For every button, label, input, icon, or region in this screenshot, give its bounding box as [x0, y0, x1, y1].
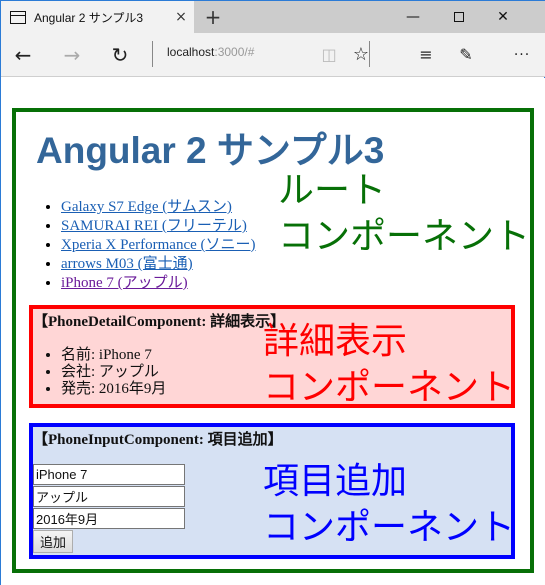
list-item: iPhone 7 (アップル) — [61, 274, 256, 293]
address-host: localhost — [167, 45, 215, 59]
detail-component-label: 詳細表示 コンポーネント — [263, 319, 515, 411]
list-item: Xperia X Performance (ソニー) — [61, 236, 256, 255]
root-component: Angular 2 サンプル3 Galaxy S7 Edge (サムスン) SA… — [12, 108, 534, 573]
phone-link[interactable]: Xperia X Performance (ソニー) — [61, 237, 256, 253]
page-title: Angular 2 サンプル3 — [36, 130, 385, 171]
reading-view-icon[interactable]: ◫ — [313, 39, 345, 71]
minimize-icon[interactable]: — — [390, 1, 436, 34]
close-window-icon[interactable]: ✕ — [480, 1, 526, 34]
phone-link[interactable]: arrows M03 (富士通) — [61, 256, 193, 272]
input-label-line1: 項目追加 — [263, 461, 408, 502]
new-tab-icon[interactable]: + — [201, 5, 225, 29]
favorite-star-icon[interactable]: ☆ — [345, 39, 377, 71]
release-input[interactable] — [33, 508, 185, 529]
tab-active[interactable]: Angular 2 サンプル3 × — [1, 1, 194, 34]
detail-item-company: 会社: アップル — [61, 364, 166, 381]
hub-icon[interactable]: ≡ — [410, 39, 442, 71]
toolbar-divider — [152, 41, 153, 67]
forward-icon[interactable]: → — [56, 39, 88, 71]
input-heading: 【PhoneInputComponent: 項目追加】 — [33, 432, 283, 448]
tab-bar: Angular 2 サンプル3 × + — ✕ — [1, 0, 545, 34]
detail-label-line1: 詳細表示 — [263, 321, 408, 362]
navigation-toolbar: ← → ↻ localhost:3000/# ◫ ☆ ≡ ✎ ··· — [1, 33, 545, 77]
maximize-icon[interactable] — [436, 1, 482, 34]
root-label-line2: コンポーネント — [278, 216, 531, 257]
web-note-icon[interactable]: ✎ — [450, 39, 482, 71]
detail-heading: 【PhoneDetailComponent: 詳細表示】 — [33, 314, 286, 330]
page-content: Angular 2 サンプル3 Galaxy S7 Edge (サムスン) SA… — [1, 78, 545, 585]
back-icon[interactable]: ← — [7, 39, 39, 71]
root-component-label: ルート コンポーネント — [278, 168, 530, 260]
phone-input-component: 【PhoneInputComponent: 項目追加】 追加 項目追加 コンポー… — [29, 423, 515, 559]
add-button[interactable]: 追加 — [33, 530, 73, 553]
address-path: :3000/# — [214, 45, 255, 59]
refresh-icon[interactable]: ↻ — [104, 39, 136, 71]
phone-list: Galaxy S7 Edge (サムスン) SAMURAI REI (フリーテル… — [61, 198, 256, 293]
detail-label-line2: コンポーネント — [263, 367, 516, 408]
name-input[interactable] — [33, 464, 185, 485]
list-item: SAMURAI REI (フリーテル) — [61, 217, 256, 236]
detail-list: 名前: iPhone 7 会社: アップル 発売: 2016年9月 — [61, 347, 166, 398]
phone-detail-component: 【PhoneDetailComponent: 詳細表示】 名前: iPhone … — [29, 305, 515, 408]
address-bar[interactable]: localhost:3000/# — [167, 45, 254, 59]
toolbar-divider — [369, 41, 370, 67]
page-icon — [10, 11, 26, 24]
more-icon[interactable]: ··· — [506, 39, 538, 71]
browser-window: Angular 2 サンプル3 × + — ✕ ← → ↻ localhost:… — [0, 0, 545, 585]
detail-item-name: 名前: iPhone 7 — [61, 347, 166, 364]
list-item: Galaxy S7 Edge (サムスン) — [61, 198, 256, 217]
list-item: arrows M03 (富士通) — [61, 255, 256, 274]
close-tab-icon[interactable]: × — [173, 7, 189, 27]
tab-title: Angular 2 サンプル3 — [34, 11, 144, 25]
input-component-label: 項目追加 コンポーネント — [263, 459, 515, 551]
phone-link[interactable]: SAMURAI REI (フリーテル) — [61, 218, 247, 234]
company-input[interactable] — [33, 486, 185, 507]
input-label-line2: コンポーネント — [263, 507, 516, 548]
phone-link[interactable]: Galaxy S7 Edge (サムスン) — [61, 199, 232, 215]
root-label-line1: ルート — [278, 170, 387, 211]
detail-item-release: 発売: 2016年9月 — [61, 381, 166, 398]
phone-link[interactable]: iPhone 7 (アップル) — [61, 275, 188, 291]
